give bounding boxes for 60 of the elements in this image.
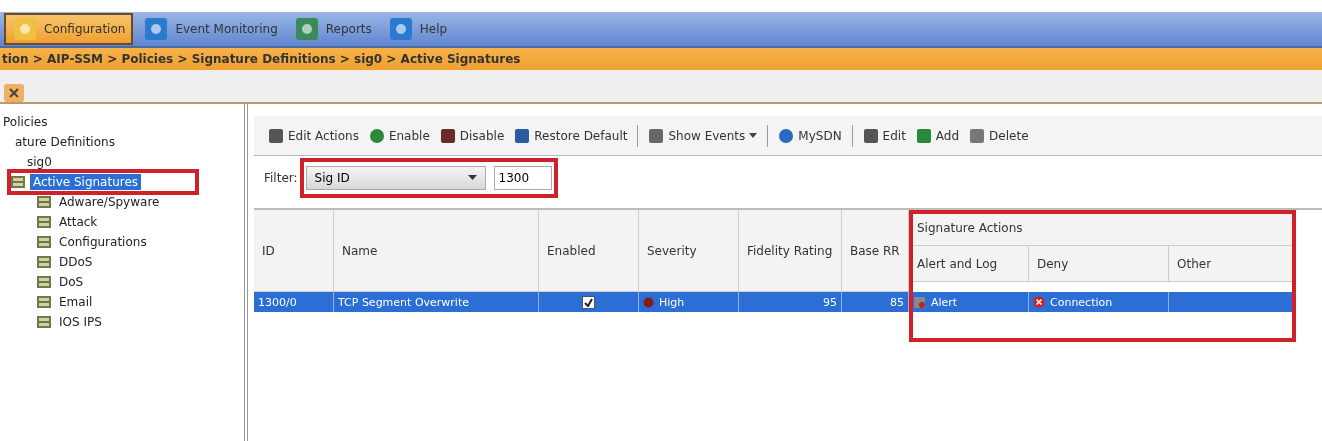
table-cell: 85 [842,292,909,312]
tree-item[interactable]: ature Definitions [12,134,118,150]
tree-item[interactable]: Attack [56,214,101,230]
deny-icon [1033,296,1045,308]
deny-text: Connection [1050,295,1113,309]
alert-icon [913,295,926,309]
toolbar-button[interactable]: Add [915,127,960,144]
signature-folder-icon [36,274,52,290]
tree-item[interactable]: IOS IPS [56,314,105,330]
toolbar-button[interactable]: MySDN [778,127,842,144]
toolbar-tab[interactable]: Configuration [4,13,134,45]
tree-item[interactable]: Email [56,294,96,310]
signature-folder-icon [36,314,52,330]
tree-item[interactable]: Configurations [56,234,150,250]
tree-item[interactable]: Policies [0,114,51,130]
alert-text: Alert [931,295,958,309]
toolbar-button[interactable]: Restore Default [514,127,628,144]
filter-field[interactable]: 1300 [493,166,552,190]
signature-folder-icon [36,254,52,270]
signature-folder-icon [10,174,26,190]
column-header[interactable]: Base RR [842,210,909,292]
tree-item[interactable]: Active Signatures [30,174,142,190]
signature-folder-icon [36,234,52,250]
table-cell: 95 [739,292,842,312]
column-header[interactable]: Fidelity Rating [739,210,842,292]
enable-icon [368,127,385,144]
column-header[interactable]: Name [334,210,539,292]
column-header[interactable]: Enabled [539,210,639,292]
globe-icon [778,127,795,144]
toolbar-button[interactable]: Edit Actions [268,127,359,144]
table-cell: 1300/0 [254,292,334,312]
toolbar-button[interactable]: Enable [368,127,430,144]
severity-text: High [659,295,685,309]
tree-item[interactable]: Adware/Spyware [56,194,163,210]
tree-item[interactable]: DDoS [56,254,96,270]
filter-label: Filter: [264,171,298,185]
toolbar-button[interactable]: Edit [862,127,906,144]
close-icon[interactable] [4,84,24,102]
dropdown-caret-icon [749,132,758,139]
toolbar-tab[interactable]: Reports [287,13,378,45]
toolbar-button[interactable]: Delete [969,127,1029,144]
filter-dropdown[interactable]: Sig ID [305,166,486,190]
signature-folder-icon [36,214,52,230]
check-icon [584,297,593,307]
signature-folder-icon [36,294,52,310]
toolbar-button[interactable]: Show Events [648,127,758,144]
tree-item[interactable]: DoS [56,274,87,290]
tree-item[interactable]: sig0 [24,154,55,170]
checkbox[interactable] [582,295,595,309]
signature-folder-icon [36,194,52,210]
toolbar-tab[interactable]: Event Monitoring [137,13,284,45]
table-cell: TCP Segment Overwrite [334,292,539,312]
caret-icon [467,175,477,181]
column-header[interactable]: ID [254,210,334,292]
severity-icon [643,296,654,308]
toolbar-tab[interactable]: Help [381,13,454,45]
toolbar-button[interactable]: Disable [439,127,505,144]
column-header[interactable]: Deny [1029,246,1169,282]
breadcrumb: tion > AIP-SSM > Policies > Signature Definitions > sig0 > Active Signatures [2,52,521,66]
column-header[interactable]: Severity [639,210,739,292]
